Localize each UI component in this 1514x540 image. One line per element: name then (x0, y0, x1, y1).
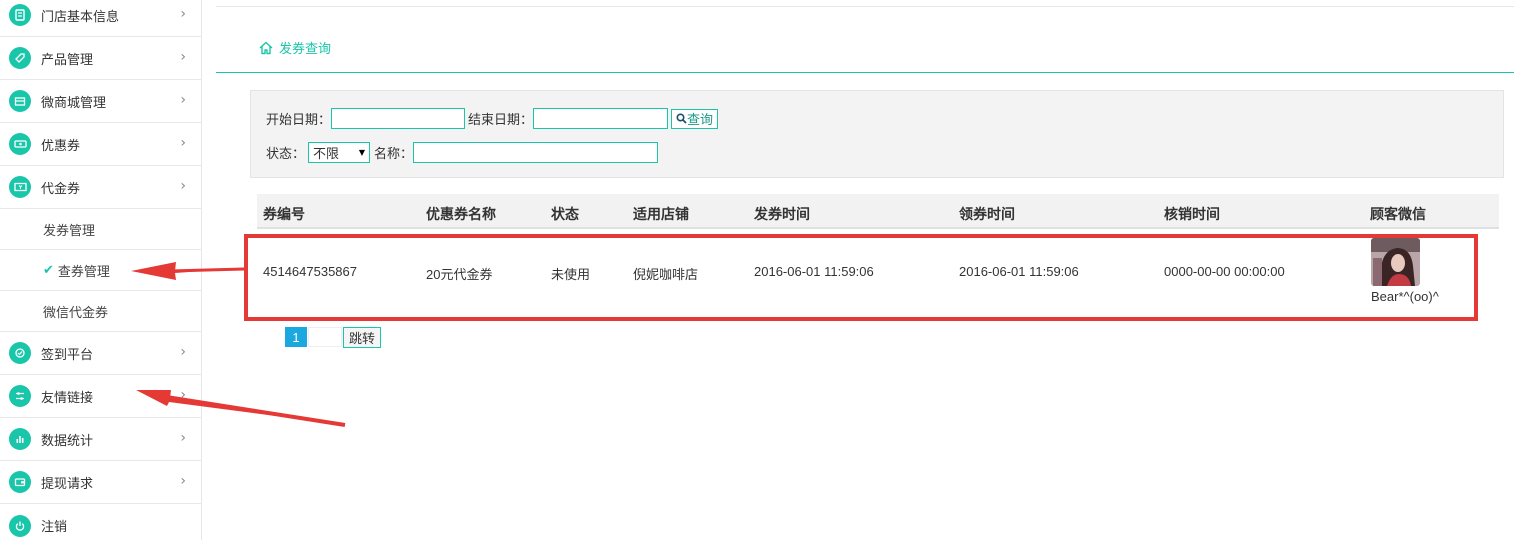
divider (216, 72, 1514, 73)
query-button[interactable]: 查询 (671, 108, 719, 129)
chevron-right-icon: › (180, 49, 186, 65)
sidebar-item-label: 签到平台 (41, 346, 94, 362)
column-header: 状态 (551, 206, 579, 222)
sidebar-item-mall[interactable]: 微商城管理 › (0, 80, 202, 123)
checkin-icon (9, 342, 31, 364)
sidebar-item-label: 优惠券 (41, 137, 81, 153)
search-icon (676, 113, 687, 124)
sidebar-subitem-query[interactable]: ✔ 查券管理 (0, 250, 202, 291)
end-date-input[interactable] (533, 108, 669, 129)
chevron-right-icon: › (180, 178, 186, 194)
sidebar-item-label: 代金券 (41, 180, 81, 196)
start-date-label: 开始日期： (266, 112, 332, 127)
annotation-highlight-box (244, 234, 1478, 321)
sidebar-item-statistics[interactable]: 数据统计 › (0, 418, 202, 461)
sidebar-item-label: 数据统计 (41, 432, 94, 448)
sidebar-subitem-label: 发券管理 (43, 222, 96, 238)
name-input[interactable] (413, 142, 659, 163)
sidebar-item-label: 提现请求 (41, 475, 94, 491)
sidebar-item-label: 友情链接 (41, 389, 94, 405)
page-jump-input[interactable] (308, 327, 342, 347)
query-button-label: 查询 (687, 112, 714, 127)
start-date-input[interactable] (331, 108, 466, 129)
wallet-icon (9, 471, 31, 493)
table-header: 券编号 优惠券名称 状态 适用店铺 发券时间 领券时间 核销时间 顾客微信 (257, 194, 1499, 229)
end-date-label: 结束日期： (468, 112, 534, 127)
sidebar-item-label: 门店基本信息 (41, 8, 120, 24)
column-header: 核销时间 (1164, 206, 1220, 222)
chart-icon (9, 428, 31, 450)
chevron-right-icon: › (180, 387, 186, 403)
sidebar-item-logout[interactable]: 注销 (0, 504, 202, 540)
sidebar: 门店基本信息 › 产品管理 › 微商城管理 › 优惠券 › 代金券 › 发券管理… (0, 0, 202, 540)
page-number-current[interactable]: 1 (285, 327, 307, 347)
sliders-icon (9, 385, 31, 407)
filter-panel: 开始日期： 结束日期： 查询 状态： 不限 ▼ 名称： (250, 90, 1504, 178)
sidebar-item-label: 微商城管理 (41, 94, 107, 110)
sidebar-item-checkin[interactable]: 签到平台 › (0, 332, 202, 375)
sidebar-item-label: 注销 (41, 519, 68, 534)
store-icon (9, 90, 31, 112)
sidebar-item-withdraw[interactable]: 提现请求 › (0, 461, 202, 504)
chevron-right-icon: › (180, 344, 186, 360)
sidebar-item-store-info[interactable]: 门店基本信息 › (0, 0, 202, 37)
breadcrumb[interactable]: 发券查询 (258, 38, 331, 57)
document-icon (9, 4, 31, 26)
divider (216, 6, 1514, 7)
sidebar-subitem-label: 查券管理 (57, 263, 110, 279)
dropdown-arrow-icon: ▼ (358, 148, 366, 157)
power-icon (9, 514, 31, 537)
tag-icon (9, 47, 31, 69)
chevron-right-icon: › (180, 473, 186, 489)
column-header: 顾客微信 (1370, 206, 1426, 222)
sidebar-subitem-label: 微信代金券 (43, 304, 109, 320)
breadcrumb-label: 发券查询 (279, 41, 332, 56)
sidebar-item-friend-links[interactable]: 友情链接 › (0, 375, 202, 418)
status-label: 状态： (266, 146, 306, 161)
name-label: 名称： (374, 146, 414, 161)
sidebar-subitem-wechat-voucher[interactable]: 微信代金券 (0, 291, 202, 332)
check-icon: ✔ (43, 262, 54, 278)
status-select[interactable]: 不限 ▼ (308, 142, 371, 163)
column-header: 优惠券名称 (426, 206, 496, 222)
chevron-right-icon: › (180, 135, 186, 151)
chevron-right-icon: › (180, 92, 186, 108)
jump-button[interactable]: 跳转 (343, 327, 382, 348)
filter-row-status: 状态： 不限 ▼ 名称： (266, 142, 659, 163)
sidebar-item-products[interactable]: 产品管理 › (0, 37, 202, 80)
chevron-right-icon: › (180, 6, 186, 22)
home-icon (259, 41, 273, 54)
status-select-value: 不限 (313, 146, 340, 161)
column-header: 领券时间 (959, 206, 1015, 222)
ticket-icon (9, 133, 31, 155)
column-header: 券编号 (263, 206, 305, 222)
column-header: 发券时间 (754, 206, 810, 222)
sidebar-subitem-issue[interactable]: 发券管理 (0, 209, 202, 250)
filter-row-dates: 开始日期： 结束日期： 查询 (266, 108, 719, 129)
sidebar-item-vouchers[interactable]: 代金券 › (0, 166, 202, 209)
sidebar-item-label: 产品管理 (41, 51, 94, 67)
column-header: 适用店铺 (633, 206, 689, 222)
voucher-icon (9, 176, 31, 198)
chevron-right-icon: › (180, 430, 186, 446)
sidebar-item-coupons[interactable]: 优惠券 › (0, 123, 202, 166)
